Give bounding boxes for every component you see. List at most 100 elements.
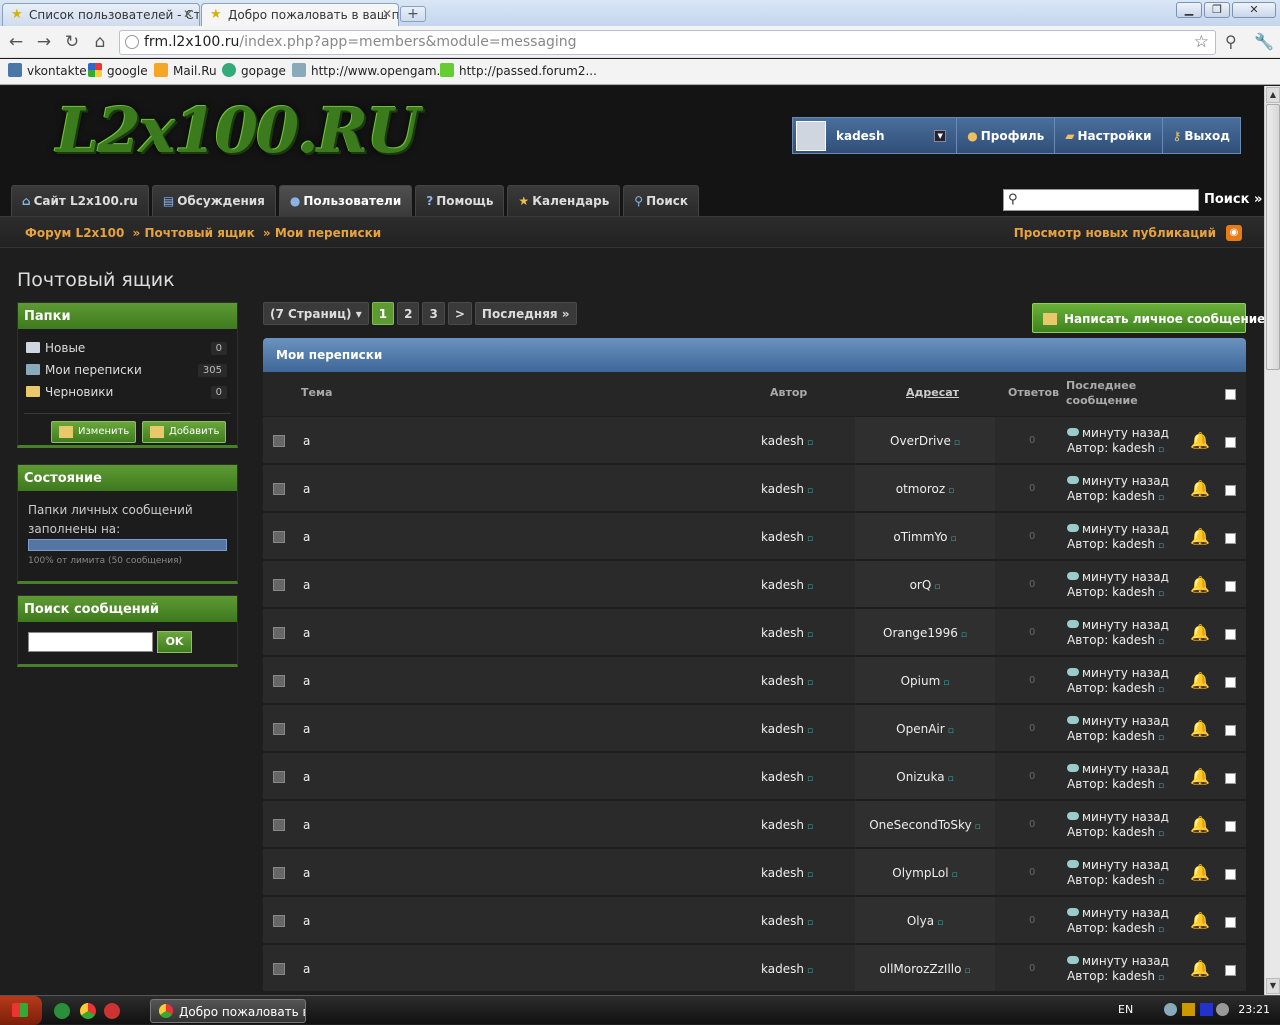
- chevron-down-icon[interactable]: ▼: [934, 130, 947, 142]
- taskbar-item-chrome[interactable]: Добро пожаловать в...: [150, 999, 306, 1023]
- recipient-link[interactable]: Opium: [901, 674, 941, 688]
- topic-link[interactable]: a: [303, 578, 310, 592]
- user-card-icon[interactable]: ▫: [1158, 877, 1164, 887]
- topic-link[interactable]: a: [303, 962, 310, 976]
- author-link[interactable]: kadesh: [761, 770, 804, 784]
- row-checkbox[interactable]: [1225, 677, 1236, 688]
- last-message-author[interactable]: Автор: kadesh: [1067, 729, 1155, 743]
- last-message-time[interactable]: минуту назад: [1082, 666, 1169, 680]
- app-icon[interactable]: [104, 1003, 120, 1019]
- next-page-button[interactable]: >: [447, 302, 472, 325]
- row-checkbox[interactable]: [1225, 869, 1236, 880]
- author-link[interactable]: kadesh: [761, 482, 804, 496]
- media-icon[interactable]: [1200, 1003, 1213, 1016]
- page-3-button[interactable]: 3: [422, 302, 445, 325]
- back-arrow-icon[interactable]: ←: [5, 32, 27, 52]
- language-indicator[interactable]: EN: [1118, 1003, 1133, 1016]
- user-card-icon[interactable]: ▫: [807, 726, 813, 736]
- last-message-time[interactable]: минуту назад: [1082, 714, 1169, 728]
- user-card-icon[interactable]: ▫: [937, 918, 943, 928]
- user-card-icon[interactable]: ▫: [807, 630, 813, 640]
- user-card-icon[interactable]: ▫: [807, 438, 813, 448]
- recipient-link[interactable]: OneSecondToSky: [869, 818, 971, 832]
- author-link[interactable]: kadesh: [761, 626, 804, 640]
- site-search-input[interactable]: ⚲: [1003, 189, 1199, 211]
- last-message-author[interactable]: Автор: kadesh: [1067, 537, 1155, 551]
- author-link[interactable]: kadesh: [761, 914, 804, 928]
- last-message-time[interactable]: минуту назад: [1082, 618, 1169, 632]
- scroll-up-icon[interactable]: ▲: [1266, 87, 1280, 103]
- user-card-icon[interactable]: ▫: [807, 918, 813, 928]
- tab-members[interactable]: ● Пользователи: [278, 185, 413, 216]
- minimize-button[interactable]: ▁: [1176, 2, 1202, 18]
- author-link[interactable]: kadesh: [761, 674, 804, 688]
- bell-icon[interactable]: 🔔: [1190, 527, 1210, 546]
- settings-link[interactable]: ▰ Настройки: [1054, 118, 1161, 153]
- last-message-time[interactable]: минуту назад: [1082, 522, 1169, 536]
- browser-tab-members[interactable]: ★ Список пользователей - Стр ✕: [2, 3, 200, 26]
- user-card-icon[interactable]: ▫: [948, 726, 954, 736]
- new-posts-link[interactable]: Просмотр новых публикаций: [1014, 226, 1216, 240]
- user-card-icon[interactable]: ▫: [1158, 493, 1164, 503]
- volume-icon[interactable]: [1216, 1003, 1229, 1016]
- user-card-icon[interactable]: ▫: [807, 534, 813, 544]
- topic-link[interactable]: a: [303, 530, 310, 544]
- row-checkbox[interactable]: [1225, 581, 1236, 592]
- close-tab-icon[interactable]: ✕: [382, 7, 392, 21]
- last-message-author[interactable]: Автор: kadesh: [1067, 681, 1155, 695]
- author-link[interactable]: kadesh: [761, 722, 804, 736]
- bell-icon[interactable]: 🔔: [1190, 479, 1210, 498]
- column-recipient-sort[interactable]: Адресат: [906, 386, 959, 399]
- recipient-link[interactable]: ollMorozZzIllo: [879, 962, 961, 976]
- row-checkbox[interactable]: [1225, 725, 1236, 736]
- home-icon[interactable]: ⌂: [89, 32, 111, 52]
- bookmark-vkontakte[interactable]: vkontakte: [8, 63, 87, 78]
- tab-site[interactable]: ⌂ Сайт L2x100.ru: [11, 185, 149, 216]
- breadcrumb-inbox[interactable]: » Почтовый ящик: [133, 226, 255, 240]
- last-message-time[interactable]: минуту назад: [1082, 762, 1169, 776]
- page-jump-dropdown[interactable]: (7 Страниц) ▾: [263, 302, 369, 325]
- last-message-author[interactable]: Автор: kadesh: [1067, 585, 1155, 599]
- topic-link[interactable]: a: [303, 722, 310, 736]
- maximize-button[interactable]: ❐: [1204, 2, 1230, 18]
- extension-icon[interactable]: ⚲: [1225, 32, 1237, 51]
- user-card-icon[interactable]: ▫: [1158, 925, 1164, 935]
- page-1-button[interactable]: 1: [371, 302, 395, 325]
- recipient-link[interactable]: orQ: [910, 578, 932, 592]
- row-checkbox[interactable]: [1225, 437, 1236, 448]
- last-page-button[interactable]: Последняя »: [474, 302, 577, 325]
- add-folder-button[interactable]: Добавить: [142, 421, 227, 443]
- new-tab-button[interactable]: +: [400, 6, 426, 22]
- row-checkbox[interactable]: [1225, 773, 1236, 784]
- page-2-button[interactable]: 2: [397, 302, 420, 325]
- tab-search[interactable]: ⚲ Поиск: [623, 185, 700, 216]
- last-message-time[interactable]: минуту назад: [1082, 906, 1169, 920]
- bell-icon[interactable]: 🔔: [1190, 863, 1210, 882]
- user-card-icon[interactable]: ▫: [954, 438, 960, 448]
- utorrent-icon[interactable]: [54, 1003, 70, 1019]
- user-card-icon[interactable]: ▫: [807, 582, 813, 592]
- user-card-icon[interactable]: ▫: [1158, 733, 1164, 743]
- page-scrollbar[interactable]: ▲ ▼: [1264, 86, 1280, 995]
- user-card-icon[interactable]: ▫: [1158, 445, 1164, 455]
- user-card-icon[interactable]: ▫: [807, 966, 813, 976]
- profile-link[interactable]: ● Профиль: [956, 118, 1054, 153]
- select-all-checkbox[interactable]: [1225, 389, 1236, 400]
- last-message-time[interactable]: минуту назад: [1082, 858, 1169, 872]
- bell-icon[interactable]: 🔔: [1190, 575, 1210, 594]
- topic-link[interactable]: a: [303, 434, 310, 448]
- last-message-author[interactable]: Автор: kadesh: [1067, 633, 1155, 647]
- user-card-icon[interactable]: ▫: [1158, 973, 1164, 983]
- user-card-icon[interactable]: ▫: [807, 486, 813, 496]
- bell-icon[interactable]: 🔔: [1190, 671, 1210, 690]
- bookmark-google[interactable]: google: [88, 63, 148, 78]
- recipient-link[interactable]: Orange1996: [883, 626, 958, 640]
- bell-icon[interactable]: 🔔: [1190, 959, 1210, 978]
- bookmark-star-icon[interactable]: ☆: [1194, 32, 1209, 52]
- user-card-icon[interactable]: ▫: [807, 774, 813, 784]
- author-link[interactable]: kadesh: [761, 434, 804, 448]
- close-tab-icon[interactable]: ✕: [183, 7, 193, 21]
- user-card-icon[interactable]: ▫: [952, 870, 958, 880]
- message-search-input[interactable]: [28, 632, 153, 652]
- message-search-ok-button[interactable]: OK: [157, 631, 192, 653]
